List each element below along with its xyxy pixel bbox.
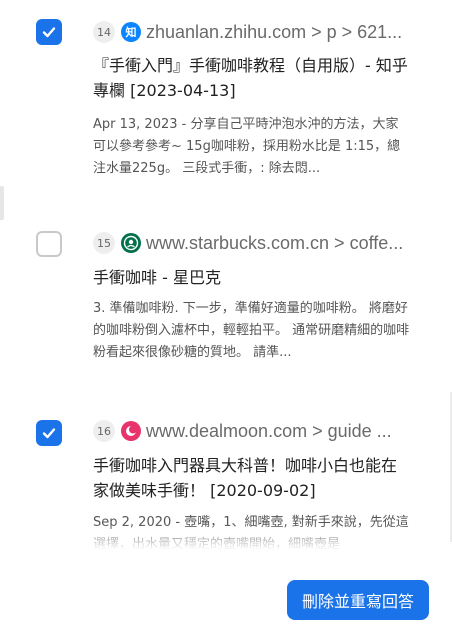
siren-logo-icon [123,235,139,251]
result-number: 15 [93,232,115,254]
result-checkbox-15[interactable] [36,231,62,257]
result-snippet: Apr 13, 2023 - 分享自己平時沖泡水沖的方法，大家可以參考參考~ 1… [93,117,401,176]
result-checkbox-16[interactable] [36,420,62,446]
result-title[interactable]: 手衝咖啡 - 星巴克 [93,265,411,290]
result-source-16[interactable]: 16 www.dealmoon.com > guide ... [93,419,413,443]
result-url[interactable]: www.starbucks.com.cn > coffe... [146,233,403,254]
checkmark-icon [42,428,56,439]
result-title[interactable]: 『手衝入門』手衝咖啡教程（自用版）- 知乎專欄 [2023-04-13] [93,53,411,103]
result-number: 14 [93,21,115,43]
starbucks-icon [121,233,141,253]
result-url[interactable]: zhuanlan.zhihu.com > p > 621... [146,22,402,43]
side-panel-handle[interactable] [0,186,4,220]
result-snippet: Sep 2, 2020 - 壺嘴，1、細嘴壺, 對新手來說，先從這選擇，出水量又… [93,515,409,550]
checkmark-icon [42,27,56,38]
moon-logo-icon [126,425,137,436]
result-source-14[interactable]: 14 知 zhuanlan.zhihu.com > p > 621... [93,20,413,44]
result-source-15[interactable]: 15 www.starbucks.com.cn > coffe... [93,231,413,255]
dealmoon-icon [121,421,141,441]
result-checkbox-14[interactable] [36,19,62,45]
zhihu-icon: 知 [121,22,141,42]
result-title[interactable]: 手衝咖啡入門器具大科普！咖啡小白也能在家做美味手衝！ [2020-09-02] [93,453,411,503]
result-url[interactable]: www.dealmoon.com > guide ... [146,421,392,442]
delete-and-rewrite-button[interactable]: 刪除並重寫回答 [287,580,429,620]
result-snippet: 3. 準備咖啡粉. 下一步，準備好適量的咖啡粉。 將磨好的咖啡粉倒入濾杯中，輕輕… [93,301,410,360]
result-number: 16 [93,420,115,442]
